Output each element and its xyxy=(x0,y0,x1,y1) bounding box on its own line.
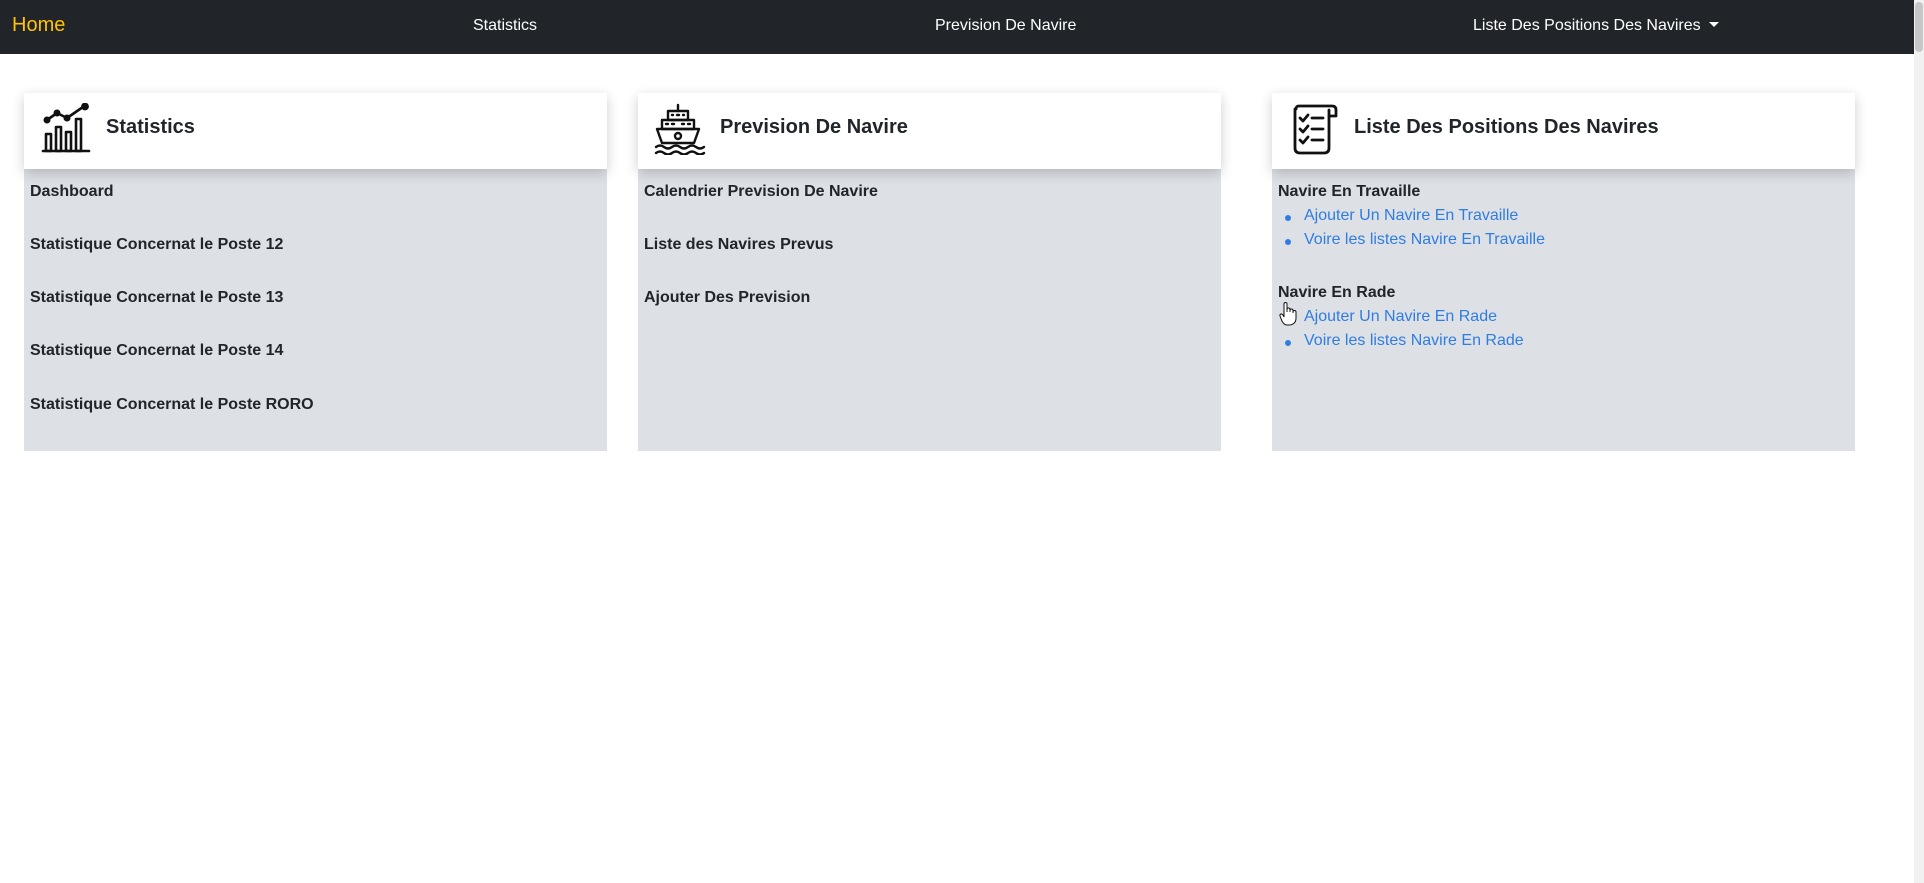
positions-card-title: Liste Des Positions Des Navires xyxy=(1354,116,1659,138)
prevision-card-body: Calendrier Prevision De Navire Liste des… xyxy=(638,169,1221,451)
dashboard-link[interactable]: Dashboard xyxy=(30,183,114,201)
calendrier-prevision-link[interactable]: Calendrier Prevision De Navire xyxy=(644,183,878,201)
navire-en-travaille-title: Navire En Travaille xyxy=(1278,183,1421,200)
nav-statistics-link[interactable]: Statistics xyxy=(473,17,537,35)
positions-card-body: Navire En Travaille Ajouter Un Navire En… xyxy=(1272,169,1855,451)
scrollbar-thumb[interactable] xyxy=(1915,2,1923,52)
statistics-card-title: Statistics xyxy=(106,116,195,138)
hand-cursor-icon xyxy=(1279,302,1297,326)
caret-down-icon xyxy=(1708,22,1719,27)
home-link[interactable]: Home xyxy=(12,14,65,37)
stats-poste-roro-link[interactable]: Statistique Concernat le Poste RORO xyxy=(30,396,314,414)
ajouter-navire-rade-link[interactable]: Ajouter Un Navire En Rade xyxy=(1285,308,1497,326)
positions-card-header: Liste Des Positions Des Navires xyxy=(1272,93,1855,169)
statistics-card-body: Dashboard Statistique Concernat le Poste… xyxy=(24,169,607,451)
prevision-card-header: Prevision De Navire xyxy=(638,93,1221,169)
positions-card: Liste Des Positions Des Navires Navire E… xyxy=(1272,93,1855,451)
statistics-card-header: Statistics xyxy=(24,93,607,169)
liste-navires-prevus-link[interactable]: Liste des Navires Prevus xyxy=(644,236,833,254)
top-navbar: Home Statistics Prevision De Navire List… xyxy=(0,0,1924,54)
stats-poste-13-link[interactable]: Statistique Concernat le Poste 13 xyxy=(30,289,283,307)
prevision-card: Prevision De Navire Calendrier Prevision… xyxy=(638,93,1221,451)
ship-icon xyxy=(654,103,706,155)
nav-positions-dropdown-label: Liste Des Positions Des Navires xyxy=(1473,17,1701,34)
navire-en-rade-title: Navire En Rade xyxy=(1278,284,1396,301)
ajouter-navire-travaille-link[interactable]: Ajouter Un Navire En Travaille xyxy=(1284,207,1518,225)
prevision-card-title: Prevision De Navire xyxy=(720,116,908,138)
checklist-icon xyxy=(1293,104,1338,155)
vertical-scrollbar[interactable] xyxy=(1914,0,1924,883)
stats-poste-14-link[interactable]: Statistique Concernat le Poste 14 xyxy=(30,342,283,360)
nav-positions-dropdown[interactable]: Liste Des Positions Des Navires xyxy=(1473,17,1719,35)
ajouter-prevision-link[interactable]: Ajouter Des Prevision xyxy=(644,289,810,307)
voire-listes-travaille-link[interactable]: Voire les listes Navire En Travaille xyxy=(1285,231,1545,249)
stats-poste-12-link[interactable]: Statistique Concernat le Poste 12 xyxy=(30,236,283,254)
chart-growth-icon xyxy=(41,103,91,153)
statistics-card: Statistics Dashboard Statistique Concern… xyxy=(24,93,607,451)
voire-listes-rade-link[interactable]: Voire les listes Navire En Rade xyxy=(1285,332,1524,350)
nav-prevision-link[interactable]: Prevision De Navire xyxy=(935,17,1076,35)
